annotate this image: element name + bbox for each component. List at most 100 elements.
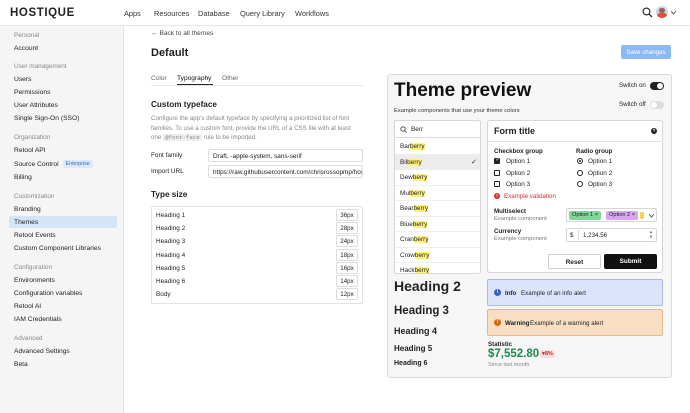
sidebar-item-configuration-variables[interactable]: Configuration variables [14,290,82,297]
sidebar-item-iam-credentials[interactable]: IAM Credentials [14,316,62,323]
type-size-label: Heading 5 [156,265,186,272]
switch-on-toggle[interactable] [650,82,664,90]
type-size-input[interactable]: 18px [336,249,358,261]
list-item[interactable]: Dewberry [395,170,480,186]
list-item[interactable]: Mulberry [395,186,480,201]
type-size-row: Heading 6 14px [156,275,358,287]
switch-off-toggle[interactable] [650,101,664,109]
nav-apps[interactable]: Apps [124,9,141,18]
sidebar-item-users[interactable]: Users [14,76,31,83]
list-item-selected[interactable]: Bilberry ✓ [395,154,480,170]
switch-off-label: Switch off [619,101,646,108]
sidebar-item-advanced-settings[interactable]: Advanced Settings [14,348,70,355]
checkbox-option-3[interactable] [494,181,500,187]
preview-heading-3: Heading 3 [394,305,449,317]
currency-input[interactable]: $ 1,234.56 ▲ ▼ [566,228,657,242]
nav-workflows[interactable]: Workflows [295,9,329,18]
search-icon [400,126,407,133]
sidebar-item-account[interactable]: Account [14,45,38,52]
help-icon[interactable]: ? [651,128,657,134]
list-item[interactable]: Hackberry [395,263,480,273]
tab-color[interactable]: Color [151,75,167,82]
typeface-description: Configure the app's default typeface by … [151,114,371,143]
sidebar-item-permissions[interactable]: Permissions [14,89,50,96]
checkbox-option-1[interactable]: ✓ [494,157,500,164]
list-item[interactable]: Cranberry [395,232,480,248]
list-item[interactable]: Blueberry [395,217,480,232]
font-family-input[interactable]: Draft, -apple-system, sans-serif [208,149,363,162]
type-size-label: Heading 2 [156,225,186,232]
import-url-label: Import URL [151,168,184,175]
checkbox-group-label: Checkbox group [494,148,543,155]
sidebar-item-beta[interactable]: Beta [14,361,28,368]
tab-other[interactable]: Other [222,75,239,82]
sidebar-item-retool-events[interactable]: Retool Events [14,232,56,239]
section-configuration: Configuration [14,264,53,271]
nav-resources[interactable]: Resources [154,9,189,18]
list-item[interactable]: Bearberry [395,201,480,217]
list-item-highlight: berry [412,174,428,181]
reset-button[interactable]: Reset [548,254,601,269]
chevron-down-icon[interactable] [649,214,654,218]
warning-icon: ! [494,319,501,326]
close-icon[interactable]: × [595,212,598,218]
sidebar-item-billing[interactable]: Billing [14,174,32,181]
search-icon[interactable] [642,7,653,18]
checkbox-option-label: Option 2 [506,170,531,177]
type-size-input[interactable]: 28px [336,222,358,234]
type-size-row: Heading 4 18px [156,249,358,261]
sidebar-item-retool-api[interactable]: Retool API [14,147,46,154]
multiselect-input[interactable]: Option 1 × Option 2 × [566,208,657,222]
checkbox-option-2[interactable] [494,170,500,176]
radio-option-3[interactable] [577,181,583,187]
list-item-text: Cran [400,236,414,243]
chevron-down-icon[interactable] [671,11,676,15]
listbox-search-input[interactable]: Berr [411,126,423,133]
sidebar-item-themes[interactable]: Themes [14,219,38,226]
radio-option-2[interactable] [577,170,583,176]
sidebar-item-branding[interactable]: Branding [14,206,41,213]
sidebar-item-source-control[interactable]: Source Control Enterprise [14,160,93,168]
list-item[interactable]: Barberry [395,139,480,155]
listbox-search[interactable]: Berr [395,121,480,138]
searchable-listbox[interactable]: Berr Barberry Bilberry ✓ Dewberry Mulberr… [394,120,481,274]
form-divider [487,141,663,142]
type-size-input[interactable]: 16px [336,262,358,274]
submit-button[interactable]: Submit [604,254,657,269]
stepper-icon[interactable]: ▲ ▼ [649,229,653,239]
avatar[interactable] [656,6,668,18]
list-item-highlight: berry [412,220,428,228]
back-link[interactable]: ← Back to all themes [151,30,213,37]
preview-heading-5: Heading 5 [394,344,433,353]
close-icon[interactable]: × [632,212,635,218]
multiselect-chip[interactable]: Option 1 × [569,211,601,220]
statistic-value: $7,552.80 [488,348,540,360]
sidebar-item-custom-component-libraries[interactable]: Custom Component Libraries [14,245,101,252]
logo[interactable]: HOSTIQUE [10,7,75,19]
sidebar-item-sso[interactable]: Single Sign-On (SSO) [14,115,79,122]
tab-typography[interactable]: Typography [177,75,211,82]
list-item-text: Bar [400,143,410,150]
font-face-code: @font-face [163,134,202,142]
radio-option-1[interactable] [577,158,583,164]
theme-preview-subtitle: Example components that use your theme c… [394,108,520,114]
nav-query-library[interactable]: Query Library [240,9,285,18]
sidebar-item-retool-ai[interactable]: Retool AI [14,303,41,310]
currency-label: Currency [494,228,522,235]
save-changes-button[interactable]: Save changes [621,45,671,59]
list-item-text: Bear [400,205,414,212]
type-size-input[interactable]: 36px [336,209,358,221]
type-size-label: Heading 4 [156,252,186,259]
type-size-input[interactable]: 14px [336,275,358,287]
type-size-input[interactable]: 12px [336,288,358,300]
nav-database[interactable]: Database [198,9,230,18]
type-size-input[interactable]: 24px [336,235,358,247]
list-item[interactable]: Crowberry [395,248,480,263]
sidebar-item-environments[interactable]: Environments [14,277,55,284]
import-url-input[interactable]: https://raw.githubusercontent.com/chrisr… [208,165,363,178]
info-alert: i Info Example of an info alert [487,279,663,306]
sidebar-item-user-attributes[interactable]: User Attributes [14,102,58,109]
multiselect-chip[interactable]: Option 2 × [606,211,638,220]
info-alert-title: Info [505,289,517,297]
warning-alert-title: Warning [505,319,530,327]
